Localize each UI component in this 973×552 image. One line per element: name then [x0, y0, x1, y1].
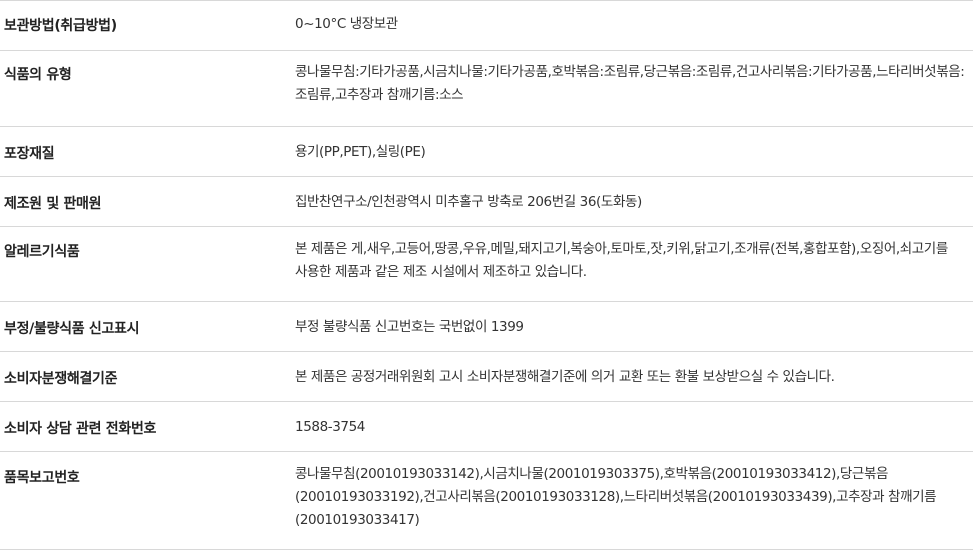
- row-label: 제조원 및 판매원: [4, 196, 102, 212]
- row-label: 부정/불량식품 신고표시: [4, 321, 140, 337]
- row-label: 알레르기식품: [4, 244, 80, 260]
- row-label: 포장재질: [4, 146, 55, 162]
- row-value: 집반찬연구소/인천광역시 미추홀구 방축로 206번길 36(도화동): [295, 194, 642, 210]
- info-row-dispute: 소비자분쟁해결기준 본 제품은 공정거래위원회 고시 소비자분쟁해결기준에 의거…: [0, 352, 973, 402]
- row-value: 콩나물무침(20010193033142),시금치나물(200101930337…: [295, 466, 937, 528]
- info-row-packaging: 포장재질 용기(PP,PET),실링(PE): [0, 127, 973, 177]
- row-value: 0~10°C 냉장보관: [295, 16, 398, 32]
- row-label: 소비자분쟁해결기준: [4, 371, 118, 387]
- row-label: 보관방법(취급방법): [4, 18, 117, 34]
- row-label: 소비자 상담 관련 전화번호: [4, 421, 157, 437]
- info-row-allergy: 알레르기식품 본 제품은 게,새우,고등어,땅콩,우유,메밀,돼지고기,복숭아,…: [0, 227, 973, 302]
- info-row-food-type: 식품의 유형 콩나물무침:기타가공품,시금치나물:기타가공품,호박볶음:조림류,…: [0, 51, 973, 127]
- row-value: 본 제품은 게,새우,고등어,땅콩,우유,메밀,돼지고기,복숭아,토마토,잣,키…: [295, 241, 948, 280]
- info-row-phone: 소비자 상담 관련 전화번호 1588-3754: [0, 402, 973, 452]
- info-row-item-report: 품목보고번호 콩나물무침(20010193033142),시금치나물(20010…: [0, 452, 973, 550]
- info-row-report: 부정/불량식품 신고표시 부정 불량식품 신고번호는 국번없이 1399: [0, 302, 973, 352]
- row-value: 부정 불량식품 신고번호는 국번없이 1399: [295, 319, 524, 335]
- row-value: 1588-3754: [295, 419, 365, 435]
- row-value: 본 제품은 공정거래위원회 고시 소비자분쟁해결기준에 의거 교환 또는 환불 …: [295, 369, 835, 385]
- info-row-storage: 보관방법(취급방법) 0~10°C 냉장보관: [0, 1, 973, 51]
- row-value: 용기(PP,PET),실링(PE): [295, 144, 426, 160]
- row-value: 콩나물무침:기타가공품,시금치나물:기타가공품,호박볶음:조림류,당근볶음:조림…: [295, 64, 965, 103]
- row-label: 품목보고번호: [4, 470, 80, 486]
- info-row-manufacturer: 제조원 및 판매원 집반찬연구소/인천광역시 미추홀구 방축로 206번길 36…: [0, 177, 973, 227]
- row-label: 식품의 유형: [4, 67, 72, 83]
- product-info-table: 보관방법(취급방법) 0~10°C 냉장보관 식품의 유형 콩나물무침:기타가공…: [0, 0, 973, 550]
